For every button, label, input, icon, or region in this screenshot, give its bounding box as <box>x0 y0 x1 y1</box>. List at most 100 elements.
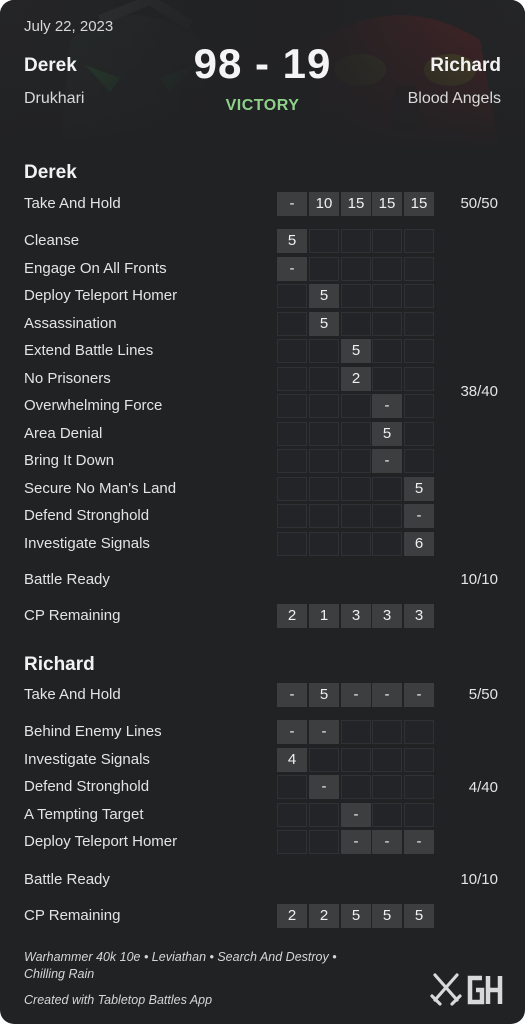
derek-take-and-hold-round-3-cell: 15 <box>341 192 371 216</box>
richard-secondary-1-round-5-cell <box>404 720 434 744</box>
richard-take-and-hold-label: Take And Hold <box>24 686 121 703</box>
richard-secondary-1-round-1-cell: - <box>277 720 307 744</box>
derek-secondary-4-round-2-cell: 5 <box>309 311 339 336</box>
richard-secondary-3-round-1-cell <box>277 775 307 799</box>
richard-secondary-5-round-2-cell <box>309 830 339 854</box>
richard-secondary-1-round-2-cell: - <box>309 720 339 744</box>
derek-secondary-9-round-3-cell <box>341 449 371 473</box>
derek-secondary-6-round-1-cell <box>277 366 307 391</box>
richard-secondary-3-round-3-cell <box>341 775 371 799</box>
derek-secondary-8-round-1-cell <box>277 421 307 446</box>
derek-secondary-10-round-1-cell <box>277 476 307 501</box>
battle-report-card: July 22, 2023 Derek Drukhari Richard Blo… <box>0 0 525 1024</box>
richard-cp-round-1-cell: 2 <box>277 904 307 928</box>
derek-secondary-7-round-5-cell <box>404 394 434 418</box>
richard-secondary-1-round-3-cell <box>341 720 371 744</box>
derek-secondary-8-round-2-cell <box>309 421 339 446</box>
derek-take-and-hold-round-4-cell: 15 <box>372 192 402 216</box>
derek-secondary-3-round-3-cell <box>341 284 371 308</box>
derek-secondary-6-round-4-cell <box>372 366 402 391</box>
app-credit: Created with Tabletop Battles App <box>24 993 213 1007</box>
derek-secondary-12-round-3-cell <box>341 531 371 556</box>
derek-section-title: Derek <box>24 162 77 183</box>
richard-secondary-2-round-3-cell <box>341 747 371 772</box>
derek-secondary-2-round-4-cell <box>372 256 402 281</box>
derek-secondary-11-round-5-cell: - <box>404 504 434 528</box>
derek-secondary-label: Secure No Man's Land <box>24 479 177 497</box>
derek-secondary-5-round-4-cell <box>372 339 402 363</box>
derek-secondary-11-round-1-cell <box>277 504 307 528</box>
derek-cp-round-1-cell: 2 <box>277 604 307 628</box>
derek-secondary-5-round-1-cell <box>277 339 307 363</box>
derek-take-and-hold-round-1-cell: - <box>277 192 307 216</box>
derek-secondary-4-round-4-cell <box>372 311 402 336</box>
richard-secondary-4-round-5-cell <box>404 802 434 827</box>
richard-secondary-4-round-2-cell <box>309 802 339 827</box>
richard-secondary-label: Investigate Signals <box>24 750 150 768</box>
richard-secondary-4-round-1-cell <box>277 802 307 827</box>
derek-secondary-3-round-1-cell <box>277 284 307 308</box>
derek-secondary-label: No Prisoners <box>24 369 111 387</box>
richard-secondary-4-round-3-cell: - <box>341 802 371 827</box>
richard-secondary-2-round-1-cell: 4 <box>277 747 307 772</box>
derek-secondary-11-round-4-cell <box>372 504 402 528</box>
derek-secondary-label: Deploy Teleport Homer <box>24 287 178 304</box>
richard-cp-round-2-cell: 2 <box>309 904 339 928</box>
derek-secondary-label: Cleanse <box>24 232 80 249</box>
derek-secondary-8-round-3-cell <box>341 421 371 446</box>
derek-secondary-9-round-4-cell: - <box>372 449 402 473</box>
derek-secondary-12-round-4-cell <box>372 531 402 556</box>
richard-secondary-1-round-4-cell <box>372 720 402 744</box>
richard-take-and-hold-round-2-cell: 5 <box>309 683 339 707</box>
richard-secondary-label: Behind Enemy Lines <box>24 723 162 740</box>
derek-battle-ready-total: 10/10 <box>460 571 498 588</box>
richard-secondary-label: A Tempting Target <box>24 805 144 823</box>
derek-secondary-label: Defend Stronghold <box>24 507 150 524</box>
derek-battle-ready-label: Battle Ready <box>24 571 110 588</box>
derek-secondary-7-round-2-cell <box>309 394 339 418</box>
richard-cp-round-3-cell: 5 <box>341 904 371 928</box>
derek-cp-round-3-cell: 3 <box>341 604 371 628</box>
derek-take-and-hold-label: Take And Hold <box>24 195 121 212</box>
richard-secondary-5-round-4-cell: - <box>372 830 402 854</box>
richard-secondary-3-round-2-cell: - <box>309 775 339 799</box>
richard-secondary-label: Defend Stronghold <box>24 778 150 795</box>
richard-secondary-3-round-4-cell <box>372 775 402 799</box>
derek-secondary-9-round-2-cell <box>309 449 339 473</box>
derek-secondary-4-round-5-cell <box>404 311 434 336</box>
derek-take-and-hold-round-5-cell: 15 <box>404 192 434 216</box>
richard-secondary-2-round-4-cell <box>372 747 402 772</box>
derek-secondary-label: Overwhelming Force <box>24 397 163 414</box>
derek-secondary-label: Area Denial <box>24 424 103 442</box>
derek-secondary-8-round-4-cell: 5 <box>372 421 402 446</box>
derek-secondary-12-round-2-cell <box>309 531 339 556</box>
richard-take-and-hold-round-1-cell: - <box>277 683 307 707</box>
derek-secondary-2-round-3-cell <box>341 256 371 281</box>
richard-secondary-2-round-2-cell <box>309 747 339 772</box>
richard-take-and-hold-total: 5/50 <box>468 686 498 703</box>
derek-secondary-9-round-1-cell <box>277 449 307 473</box>
final-score: 98 - 19 <box>193 40 332 87</box>
richard-secondary-2-round-5-cell <box>404 747 434 772</box>
derek-take-and-hold-round-2-cell: 10 <box>309 192 339 216</box>
game-details-continued: Chilling Rain <box>24 967 95 981</box>
richard-take-and-hold-round-4-cell: - <box>372 683 402 707</box>
match-result: VICTORY <box>225 97 300 114</box>
derek-secondary-1-round-5-cell <box>404 229 434 253</box>
derek-secondary-2-round-1-cell: - <box>277 256 307 281</box>
derek-secondary-12-round-1-cell <box>277 531 307 556</box>
derek-secondary-11-round-3-cell <box>341 504 371 528</box>
derek-secondary-3-round-5-cell <box>404 284 434 308</box>
derek-secondary-3-round-4-cell <box>372 284 402 308</box>
derek-secondary-1-round-3-cell <box>341 229 371 253</box>
derek-secondary-4-round-3-cell <box>341 311 371 336</box>
derek-secondary-5-round-3-cell: 5 <box>341 339 371 363</box>
richard-take-and-hold-round-3-cell: - <box>341 683 371 707</box>
richard-battle-ready-total: 10/10 <box>460 871 498 888</box>
richard-secondary-4-round-4-cell <box>372 802 402 827</box>
derek-secondary-1-round-1-cell: 5 <box>277 229 307 253</box>
derek-secondary-2-round-2-cell <box>309 256 339 281</box>
derek-take-and-hold-total: 50/50 <box>460 195 498 212</box>
derek-cp-round-5-cell: 3 <box>404 604 434 628</box>
derek-cp-round-2-cell: 1 <box>309 604 339 628</box>
